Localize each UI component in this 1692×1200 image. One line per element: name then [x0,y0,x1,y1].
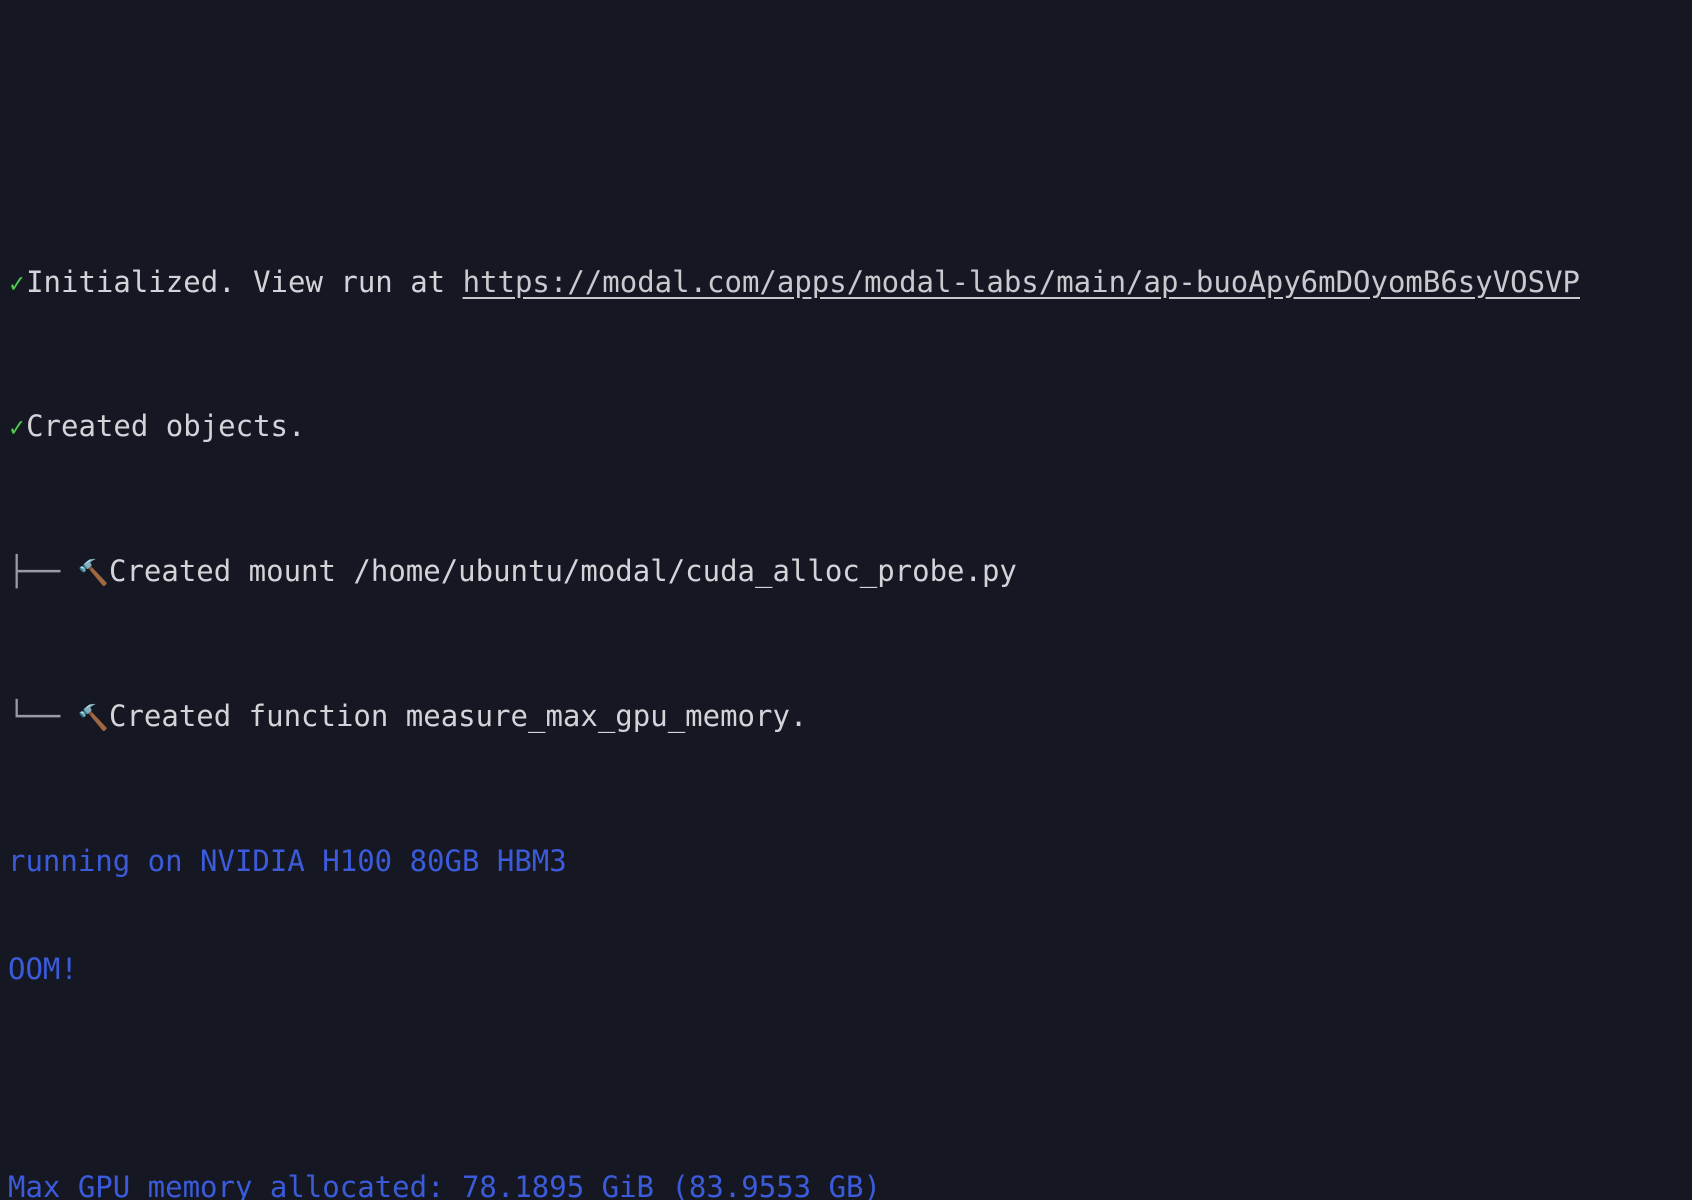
check-icon-2: ✓ [8,414,27,443]
run-url-link[interactable]: https://modal.com/apps/modal-labs/main/a… [463,265,1580,299]
initialized-label: Initialized. View run at [26,264,463,299]
clipped-previous-line [0,119,1692,155]
max-allocated-line: Max GPU memory allocated: 78.1895 GiB (8… [8,1169,881,1200]
hammer-icon-2: 🔨 [77,703,109,732]
initialized-line: ✓Initialized. View run at https://modal.… [0,264,1692,300]
created-objects-label: Created objects. [26,409,306,444]
terminal-output: ✓Initialized. View run at https://modal.… [0,0,1692,1200]
running-on-line: running on NVIDIA H100 80GB HBM3 [8,843,567,878]
created-mount-line: ├── 🔨Created mount /home/ubuntu/modal/cu… [0,553,1692,589]
created-objects-line: ✓Created objects. [0,408,1692,444]
created-function-label: Created function measure_max_gpu_memory. [108,699,808,733]
terminal-window: ✓Initialized. View run at https://modal.… [0,0,1692,1200]
created-mount-label: Created mount /home/ubuntu/modal/cuda_al… [108,554,1017,589]
check-icon: ✓ [8,269,27,298]
created-function-line: └── 🔨Created function measure_max_gpu_me… [0,698,1692,734]
hammer-icon: 🔨 [77,558,109,588]
tree-branch-icon: ├── [8,554,78,589]
tree-end-icon: └── [8,699,78,733]
oom-line: OOM! [8,952,78,987]
